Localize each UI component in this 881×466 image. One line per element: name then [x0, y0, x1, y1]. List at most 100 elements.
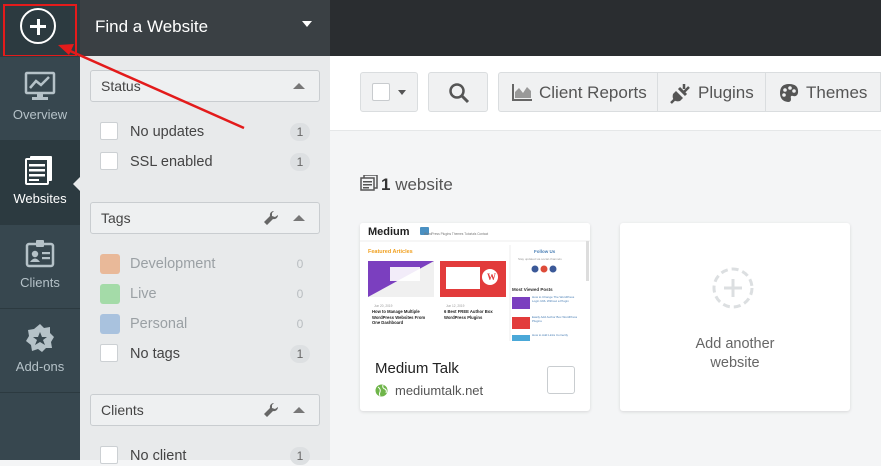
- filter-item-no-updates[interactable]: No updates 1: [100, 122, 310, 142]
- thumb-mv-1: How to Change The WordPress Login URL Wi…: [532, 296, 575, 303]
- wrench-icon[interactable]: [263, 402, 279, 418]
- themes-button[interactable]: Themes: [765, 72, 881, 112]
- count-badge: 1: [290, 447, 310, 465]
- website-name[interactable]: Medium Talk: [375, 360, 459, 377]
- filter-label: No client: [130, 448, 187, 464]
- bulk-select-dropdown[interactable]: [360, 72, 418, 112]
- thumb-post-2: 6 Best FREE Author Box WordPress Plugins: [444, 309, 493, 320]
- rail-label-addons: Add-ons: [15, 359, 65, 374]
- collapse-icon[interactable]: [293, 83, 305, 89]
- count-badge: 0: [296, 257, 304, 271]
- thumb-date-2: Jun 12, 2019: [446, 304, 465, 308]
- count-badge: 0: [296, 317, 304, 331]
- tag-color-swatch[interactable]: [100, 254, 120, 274]
- website-thumbnail[interactable]: Medium WordPress Plugins Themes Tutorial…: [360, 223, 590, 341]
- thumb-most-viewed: Most Viewed Posts: [512, 287, 553, 292]
- tag-color-swatch[interactable]: [100, 314, 120, 334]
- plug-icon: [670, 84, 690, 104]
- site-screenshot: Medium WordPress Plugins Themes Tutorial…: [360, 223, 590, 341]
- thumb-date-1: Jun 20, 2019: [374, 304, 393, 308]
- toolbar: Client Reports Plugins Themes: [330, 56, 881, 131]
- filter-item-ssl-enabled[interactable]: SSL enabled 1: [100, 152, 310, 172]
- checkbox[interactable]: [100, 152, 118, 170]
- filter-label: Live: [130, 286, 157, 302]
- thumb-post-1: How to Manage Multiple WordPress Website…: [372, 309, 426, 325]
- count-badge: 0: [296, 287, 304, 301]
- status-section-header[interactable]: Status: [90, 70, 320, 102]
- add-website-card[interactable]: Add another website: [620, 223, 850, 411]
- client-reports-label: Client Reports: [539, 83, 647, 102]
- website-select-checkbox[interactable]: [547, 366, 575, 394]
- websites-icon: [25, 156, 52, 185]
- website-count-label: website: [395, 175, 453, 194]
- filter-panel: Find a Website Status No updates 1 SSL e…: [80, 0, 330, 465]
- panel-title: Find a Website: [95, 17, 209, 36]
- checkbox[interactable]: [100, 344, 118, 362]
- wrench-icon[interactable]: [263, 210, 279, 226]
- websites-small-icon: [360, 174, 378, 191]
- select-all-checkbox[interactable]: [372, 83, 390, 101]
- themes-label: Themes: [806, 83, 868, 102]
- area-chart-icon: [512, 84, 532, 101]
- filter-item-no-client[interactable]: No client 1: [100, 446, 310, 466]
- filter-item-tag-live[interactable]: Live 0: [100, 284, 310, 304]
- filter-item-tag-development[interactable]: Development 0: [100, 254, 310, 274]
- filter-label: Development: [130, 256, 216, 272]
- rail-item-addons[interactable]: Add-ons: [0, 308, 80, 392]
- clients-section-header[interactable]: Clients: [90, 394, 320, 426]
- palette-icon: [780, 84, 799, 102]
- caret-down-icon: [302, 21, 312, 27]
- add-website-label: Add another website: [620, 335, 850, 373]
- rail-item-overview[interactable]: Overview: [0, 56, 80, 140]
- tags-section-header[interactable]: Tags: [90, 202, 320, 234]
- caret-down-icon: [398, 90, 406, 95]
- rail-spacer: [0, 392, 80, 460]
- rail-item-clients[interactable]: Clients: [0, 224, 80, 308]
- filter-item-tag-personal[interactable]: Personal 0: [100, 314, 310, 334]
- plugins-label: Plugins: [698, 83, 754, 102]
- add-website-text: Add another website: [695, 336, 775, 371]
- website-count-number: 1: [381, 175, 391, 194]
- thumb-mv-3: How to Add Links Correctly: [532, 334, 569, 337]
- find-website-dropdown[interactable]: Find a Website: [80, 0, 330, 56]
- website-url[interactable]: mediumtalk.net: [395, 383, 483, 398]
- filter-label: SSL enabled: [130, 154, 213, 170]
- section-label-status: Status: [101, 78, 141, 94]
- svg-text:W: W: [487, 272, 496, 282]
- search-button[interactable]: [428, 72, 488, 112]
- main-navigation-rail: Overview Websites Clients Add-ons: [0, 0, 80, 460]
- client-reports-button[interactable]: Client Reports: [498, 72, 658, 112]
- thumb-logo: Medium: [368, 226, 410, 238]
- websites-content: 1 website Medium WordPress Plugins Theme…: [330, 131, 881, 460]
- count-badge: 1: [290, 345, 310, 363]
- badge-plus-icon: [26, 324, 54, 352]
- collapse-icon[interactable]: [293, 407, 305, 413]
- rail-label-clients: Clients: [20, 275, 60, 290]
- thumb-follow: Follow Us: [534, 249, 556, 254]
- filter-label: No tags: [130, 346, 180, 362]
- count-badge: 1: [290, 153, 310, 171]
- rail-item-websites[interactable]: Websites: [0, 140, 80, 224]
- checkbox[interactable]: [100, 446, 118, 464]
- plugins-button[interactable]: Plugins: [657, 72, 766, 112]
- client-card-icon: [25, 240, 55, 268]
- website-card[interactable]: Medium WordPress Plugins Themes Tutorial…: [360, 223, 590, 411]
- highlight-annotation-box: [3, 4, 77, 57]
- thumb-featured: Featured Articles: [368, 249, 413, 255]
- collapse-icon[interactable]: [293, 215, 305, 221]
- filter-label: Personal: [130, 316, 188, 332]
- count-badge: 1: [290, 123, 310, 141]
- globe-icon: [375, 384, 388, 397]
- thumb-nav: WordPress Plugins Themes Tutorials Conta…: [424, 232, 488, 236]
- rail-label-websites: Websites: [13, 191, 67, 206]
- filter-label: No updates: [130, 124, 205, 140]
- section-label-tags: Tags: [101, 210, 131, 226]
- tag-color-swatch[interactable]: [100, 284, 120, 304]
- website-count: 1 website: [360, 174, 453, 195]
- top-bar: [330, 0, 881, 56]
- filter-item-no-tags[interactable]: No tags 1: [100, 344, 310, 364]
- chart-icon: [24, 71, 56, 100]
- section-label-clients: Clients: [101, 402, 144, 418]
- rail-label-overview: Overview: [12, 107, 68, 122]
- checkbox[interactable]: [100, 122, 118, 140]
